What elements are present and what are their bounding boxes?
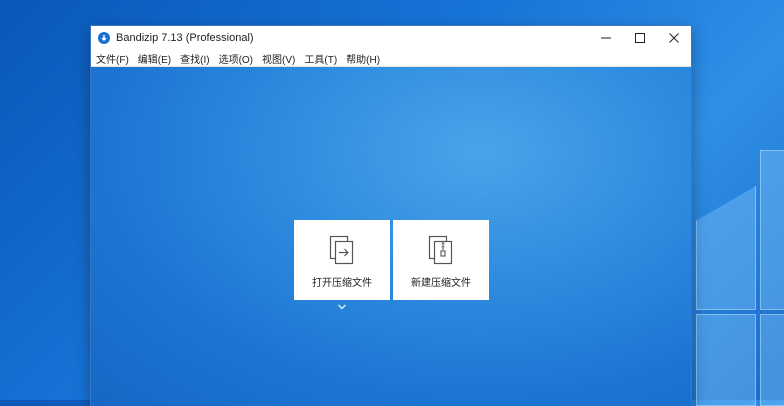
new-archive-button[interactable]: 新建压缩文件: [393, 220, 489, 300]
menu-find[interactable]: 查找(I): [178, 51, 212, 66]
window-controls: [589, 26, 691, 50]
chevron-down-icon[interactable]: [337, 303, 347, 311]
menu-view[interactable]: 视图(V): [260, 51, 298, 66]
main-content-area: 打开压缩文件 新建压缩文件: [91, 67, 691, 406]
menu-file[interactable]: 文件(F): [94, 51, 132, 66]
maximize-icon: [635, 33, 645, 43]
minimize-button[interactable]: [589, 26, 623, 50]
menu-edit[interactable]: 编辑(E): [136, 51, 174, 66]
menu-options[interactable]: 选项(O): [217, 51, 256, 66]
new-archive-label: 新建压缩文件: [411, 278, 471, 289]
desktop-light-pane: [696, 186, 756, 310]
open-archive-label: 打开压缩文件: [312, 278, 372, 289]
desktop-light-pane: [760, 314, 784, 406]
close-icon: [669, 33, 679, 43]
menu-bar: 文件(F) 编辑(E) 查找(I) 选项(O) 视图(V) 工具(T) 帮助(H…: [91, 50, 691, 67]
bandizip-window: Bandizip 7.13 (Professional) 文件(F) 编辑(E)…: [91, 26, 691, 406]
menu-help[interactable]: 帮助(H): [344, 51, 383, 66]
start-actions: 打开压缩文件 新建压缩文件: [294, 220, 489, 300]
maximize-button[interactable]: [623, 26, 657, 50]
open-archive-button[interactable]: 打开压缩文件: [294, 220, 390, 300]
menu-tools[interactable]: 工具(T): [302, 51, 340, 66]
desktop-light-pane: [760, 150, 784, 310]
desktop-light-pane: [696, 314, 756, 406]
bandizip-logo-icon: [98, 32, 110, 44]
close-button[interactable]: [657, 26, 691, 50]
new-archive-icon: [428, 235, 454, 265]
open-archive-icon: [329, 235, 355, 265]
window-title: Bandizip 7.13 (Professional): [116, 32, 254, 44]
title-bar[interactable]: Bandizip 7.13 (Professional): [91, 26, 691, 50]
minimize-icon: [601, 37, 611, 39]
